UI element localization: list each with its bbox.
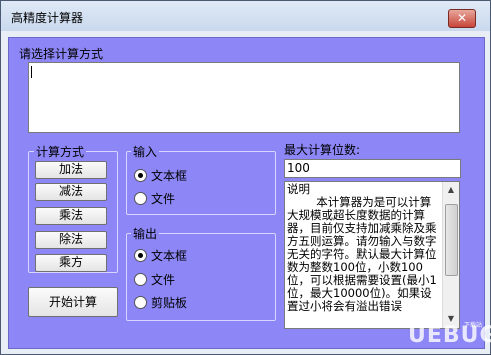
- input-group: [126, 151, 276, 215]
- scroll-up-icon[interactable]: ▲: [445, 184, 457, 196]
- radio-label: 文本框: [151, 249, 188, 263]
- output-group-title: 输出: [131, 225, 160, 242]
- radio-label: 文本框: [151, 169, 188, 183]
- output-group: [126, 233, 276, 321]
- start-calc-button[interactable]: 开始计算: [28, 287, 118, 317]
- notes-scrollbar[interactable]: ▲ ▼: [442, 182, 459, 328]
- radio-label: 文件: [151, 273, 176, 287]
- add-button[interactable]: 加法: [35, 161, 107, 179]
- input-group-title: 输入: [131, 143, 160, 160]
- multiply-button[interactable]: 乘法: [35, 207, 107, 225]
- radio-label: 剪贴板: [151, 296, 188, 310]
- notes-text: 说明 本计算器为是可以计算大规模或超长度数据的计算器，目前仅支持加减乘除及乘方五…: [287, 182, 437, 313]
- method-group-title: 计算方式: [34, 143, 87, 160]
- expression-input[interactable]: [28, 62, 460, 133]
- power-button[interactable]: 乘方: [35, 254, 107, 272]
- close-button[interactable]: ✕: [448, 9, 476, 28]
- radio-icon: [134, 273, 147, 286]
- radio-icon: [134, 249, 147, 262]
- window-title: 高精度计算器: [11, 11, 84, 25]
- max-digits-label: 最大计算位数:: [284, 143, 361, 157]
- text-caret: [31, 66, 32, 78]
- radio-label: 文件: [151, 192, 176, 206]
- divide-button[interactable]: 除法: [35, 231, 107, 249]
- max-digits-input[interactable]: 100: [284, 159, 461, 178]
- notes-box[interactable]: 说明 本计算器为是可以计算大规模或超长度数据的计算器，目前仅支持加减乘除及乘方五…: [284, 181, 460, 329]
- radio-icon: [134, 192, 147, 205]
- watermark-subtext: 下载站: [464, 322, 483, 329]
- subtract-button[interactable]: 减法: [35, 183, 107, 201]
- calc-method-prompt: 请选择计算方式: [19, 47, 104, 61]
- scroll-thumb[interactable]: [445, 204, 458, 276]
- title-bar[interactable]: 高精度计算器 ✕: [1, 1, 490, 31]
- radio-icon: [134, 296, 147, 309]
- radio-icon: [134, 169, 147, 182]
- app-window: 高精度计算器 ✕ 请选择计算方式 计算方式 加法 减法 乘法 除法 乘方 开始计…: [0, 0, 491, 355]
